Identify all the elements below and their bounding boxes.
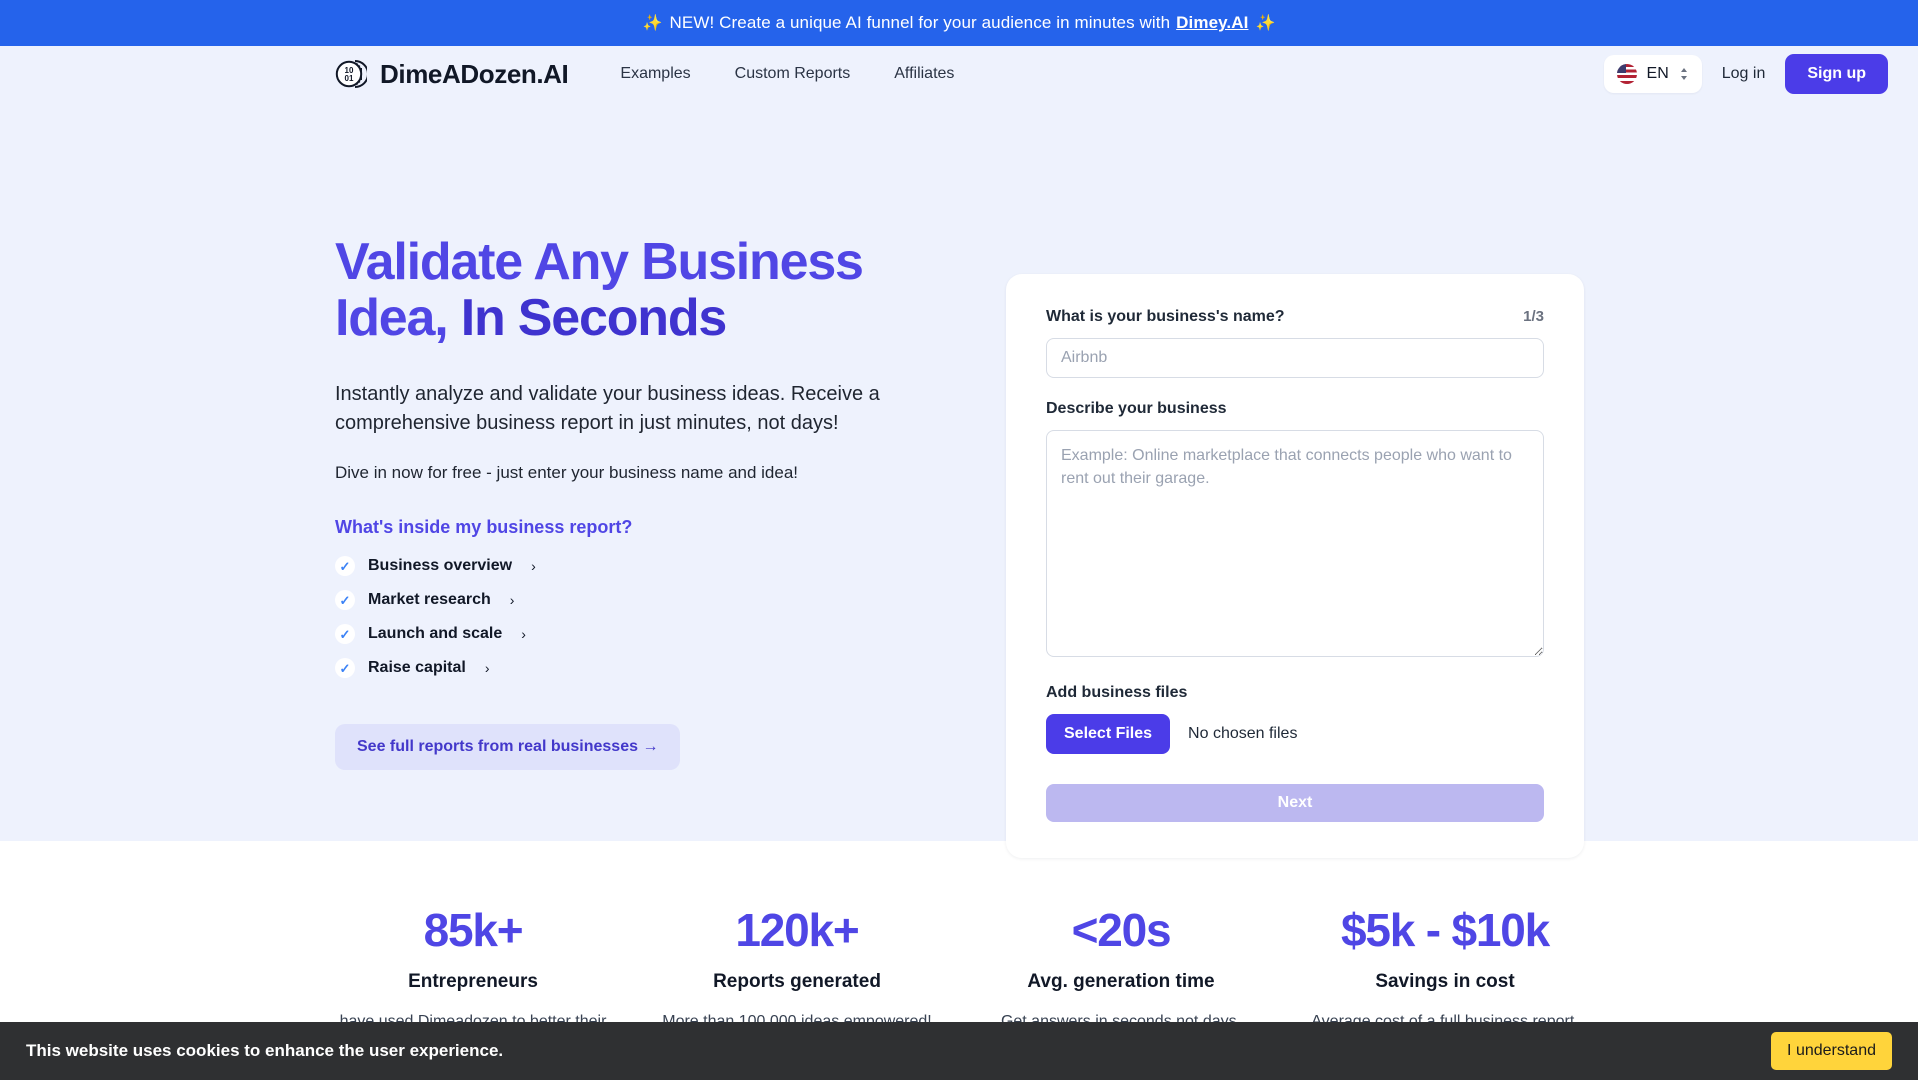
svg-text:01: 01 [345, 74, 354, 83]
chevron-right-icon: › [485, 660, 490, 676]
brand-name: DimeADozen.AI [380, 59, 568, 90]
business-name-field-block: What is your business's name? 1/3 [1046, 308, 1544, 378]
chevron-right-icon: › [521, 626, 526, 642]
stat-value: $5k - $10k [1295, 903, 1595, 957]
list-item-label: Business overview [368, 557, 512, 575]
sparkle-icon-right: ✨ [1255, 13, 1275, 33]
business-description-label-row: Describe your business [1046, 400, 1544, 418]
stat-name: Avg. generation time [971, 971, 1271, 993]
list-item-launch-and-scale[interactable]: ✓ Launch and scale › [335, 624, 1035, 644]
hero-title-line2-plain: Idea, [335, 289, 461, 347]
language-code: EN [1647, 65, 1669, 83]
list-item-market-research[interactable]: ✓ Market research › [335, 590, 1035, 610]
us-flag-icon [1617, 64, 1637, 84]
list-item-label: Market research [368, 591, 491, 609]
login-link[interactable]: Log in [1722, 65, 1766, 83]
cookie-consent-text: This website uses cookies to enhance the… [26, 1041, 503, 1061]
check-icon: ✓ [335, 658, 355, 678]
report-contents-list: ✓ Business overview › ✓ Market research … [335, 556, 1035, 678]
nav-item-examples[interactable]: Examples [620, 65, 690, 83]
business-name-label-row: What is your business's name? 1/3 [1046, 308, 1544, 326]
see-full-reports-button[interactable]: See full reports from real businesses → [335, 724, 680, 770]
add-business-files-label: Add business files [1046, 684, 1187, 702]
step-indicator: 1/3 [1523, 308, 1544, 325]
stat-value: <20s [971, 903, 1271, 957]
nav-item-custom-reports[interactable]: Custom Reports [735, 65, 851, 83]
check-icon: ✓ [335, 624, 355, 644]
header-actions: EN Log in Sign up [1604, 54, 1888, 94]
stat-value: 120k+ [647, 903, 947, 957]
sparkle-icon-left: ✨ [643, 13, 663, 33]
signup-button[interactable]: Sign up [1785, 54, 1888, 94]
check-icon: ✓ [335, 590, 355, 610]
hero-left-column: Validate Any Business Idea, In Seconds I… [335, 102, 1035, 841]
coin-binary-icon: 10 01 [335, 58, 367, 90]
chevron-up-down-icon [1679, 66, 1689, 82]
next-button[interactable]: Next [1046, 784, 1544, 822]
business-name-input[interactable] [1046, 338, 1544, 378]
business-name-label: What is your business's name? [1046, 308, 1285, 326]
chosen-files-status: No chosen files [1188, 725, 1297, 743]
language-selector[interactable]: EN [1604, 55, 1702, 93]
promo-banner: ✨ NEW! Create a unique AI funnel for you… [0, 0, 1918, 46]
business-files-field-block: Add business files Select Files No chose… [1046, 684, 1544, 754]
hero-subtitle: Instantly analyze and validate your busi… [335, 380, 915, 437]
hero-note: Dive in now for free - just enter your b… [335, 463, 1035, 483]
cookie-accept-button[interactable]: I understand [1771, 1032, 1892, 1070]
business-description-field-block: Describe your business [1046, 400, 1544, 662]
file-picker-row: Select Files No chosen files [1046, 714, 1544, 754]
stat-value: 85k+ [323, 903, 623, 957]
business-description-textarea[interactable] [1046, 430, 1544, 657]
promo-text: NEW! Create a unique AI funnel for your … [670, 13, 1171, 33]
list-item-label: Launch and scale [368, 625, 502, 643]
site-header: 10 01 DimeADozen.AI Examples Custom Repo… [0, 46, 1918, 102]
promo-link[interactable]: Dimey.AI [1176, 13, 1248, 33]
business-description-label: Describe your business [1046, 400, 1227, 418]
inside-report-title: What's inside my business report? [335, 517, 1035, 538]
hero-section: Validate Any Business Idea, In Seconds I… [0, 102, 1918, 841]
business-idea-form: What is your business's name? 1/3 Descri… [1006, 274, 1584, 858]
main-nav: Examples Custom Reports Affiliates [620, 65, 954, 83]
list-item-business-overview[interactable]: ✓ Business overview › [335, 556, 1035, 576]
list-item-label: Raise capital [368, 659, 466, 677]
stat-name: Savings in cost [1295, 971, 1595, 993]
hero-title-line2-accent: In Seconds [461, 289, 726, 347]
list-item-raise-capital[interactable]: ✓ Raise capital › [335, 658, 1035, 678]
select-files-button[interactable]: Select Files [1046, 714, 1170, 754]
brand-logo[interactable]: 10 01 DimeADozen.AI [335, 58, 568, 90]
cookie-consent-bar: This website uses cookies to enhance the… [0, 1022, 1918, 1080]
stat-name: Reports generated [647, 971, 947, 993]
chevron-right-icon: › [531, 558, 536, 574]
page-title: Validate Any Business Idea, In Seconds [335, 234, 1035, 346]
chevron-right-icon: › [510, 592, 515, 608]
check-icon: ✓ [335, 556, 355, 576]
hero-title-line1: Validate Any Business [335, 233, 863, 291]
stat-name: Entrepreneurs [323, 971, 623, 993]
business-files-label-row: Add business files [1046, 684, 1544, 702]
nav-item-affiliates[interactable]: Affiliates [894, 65, 954, 83]
